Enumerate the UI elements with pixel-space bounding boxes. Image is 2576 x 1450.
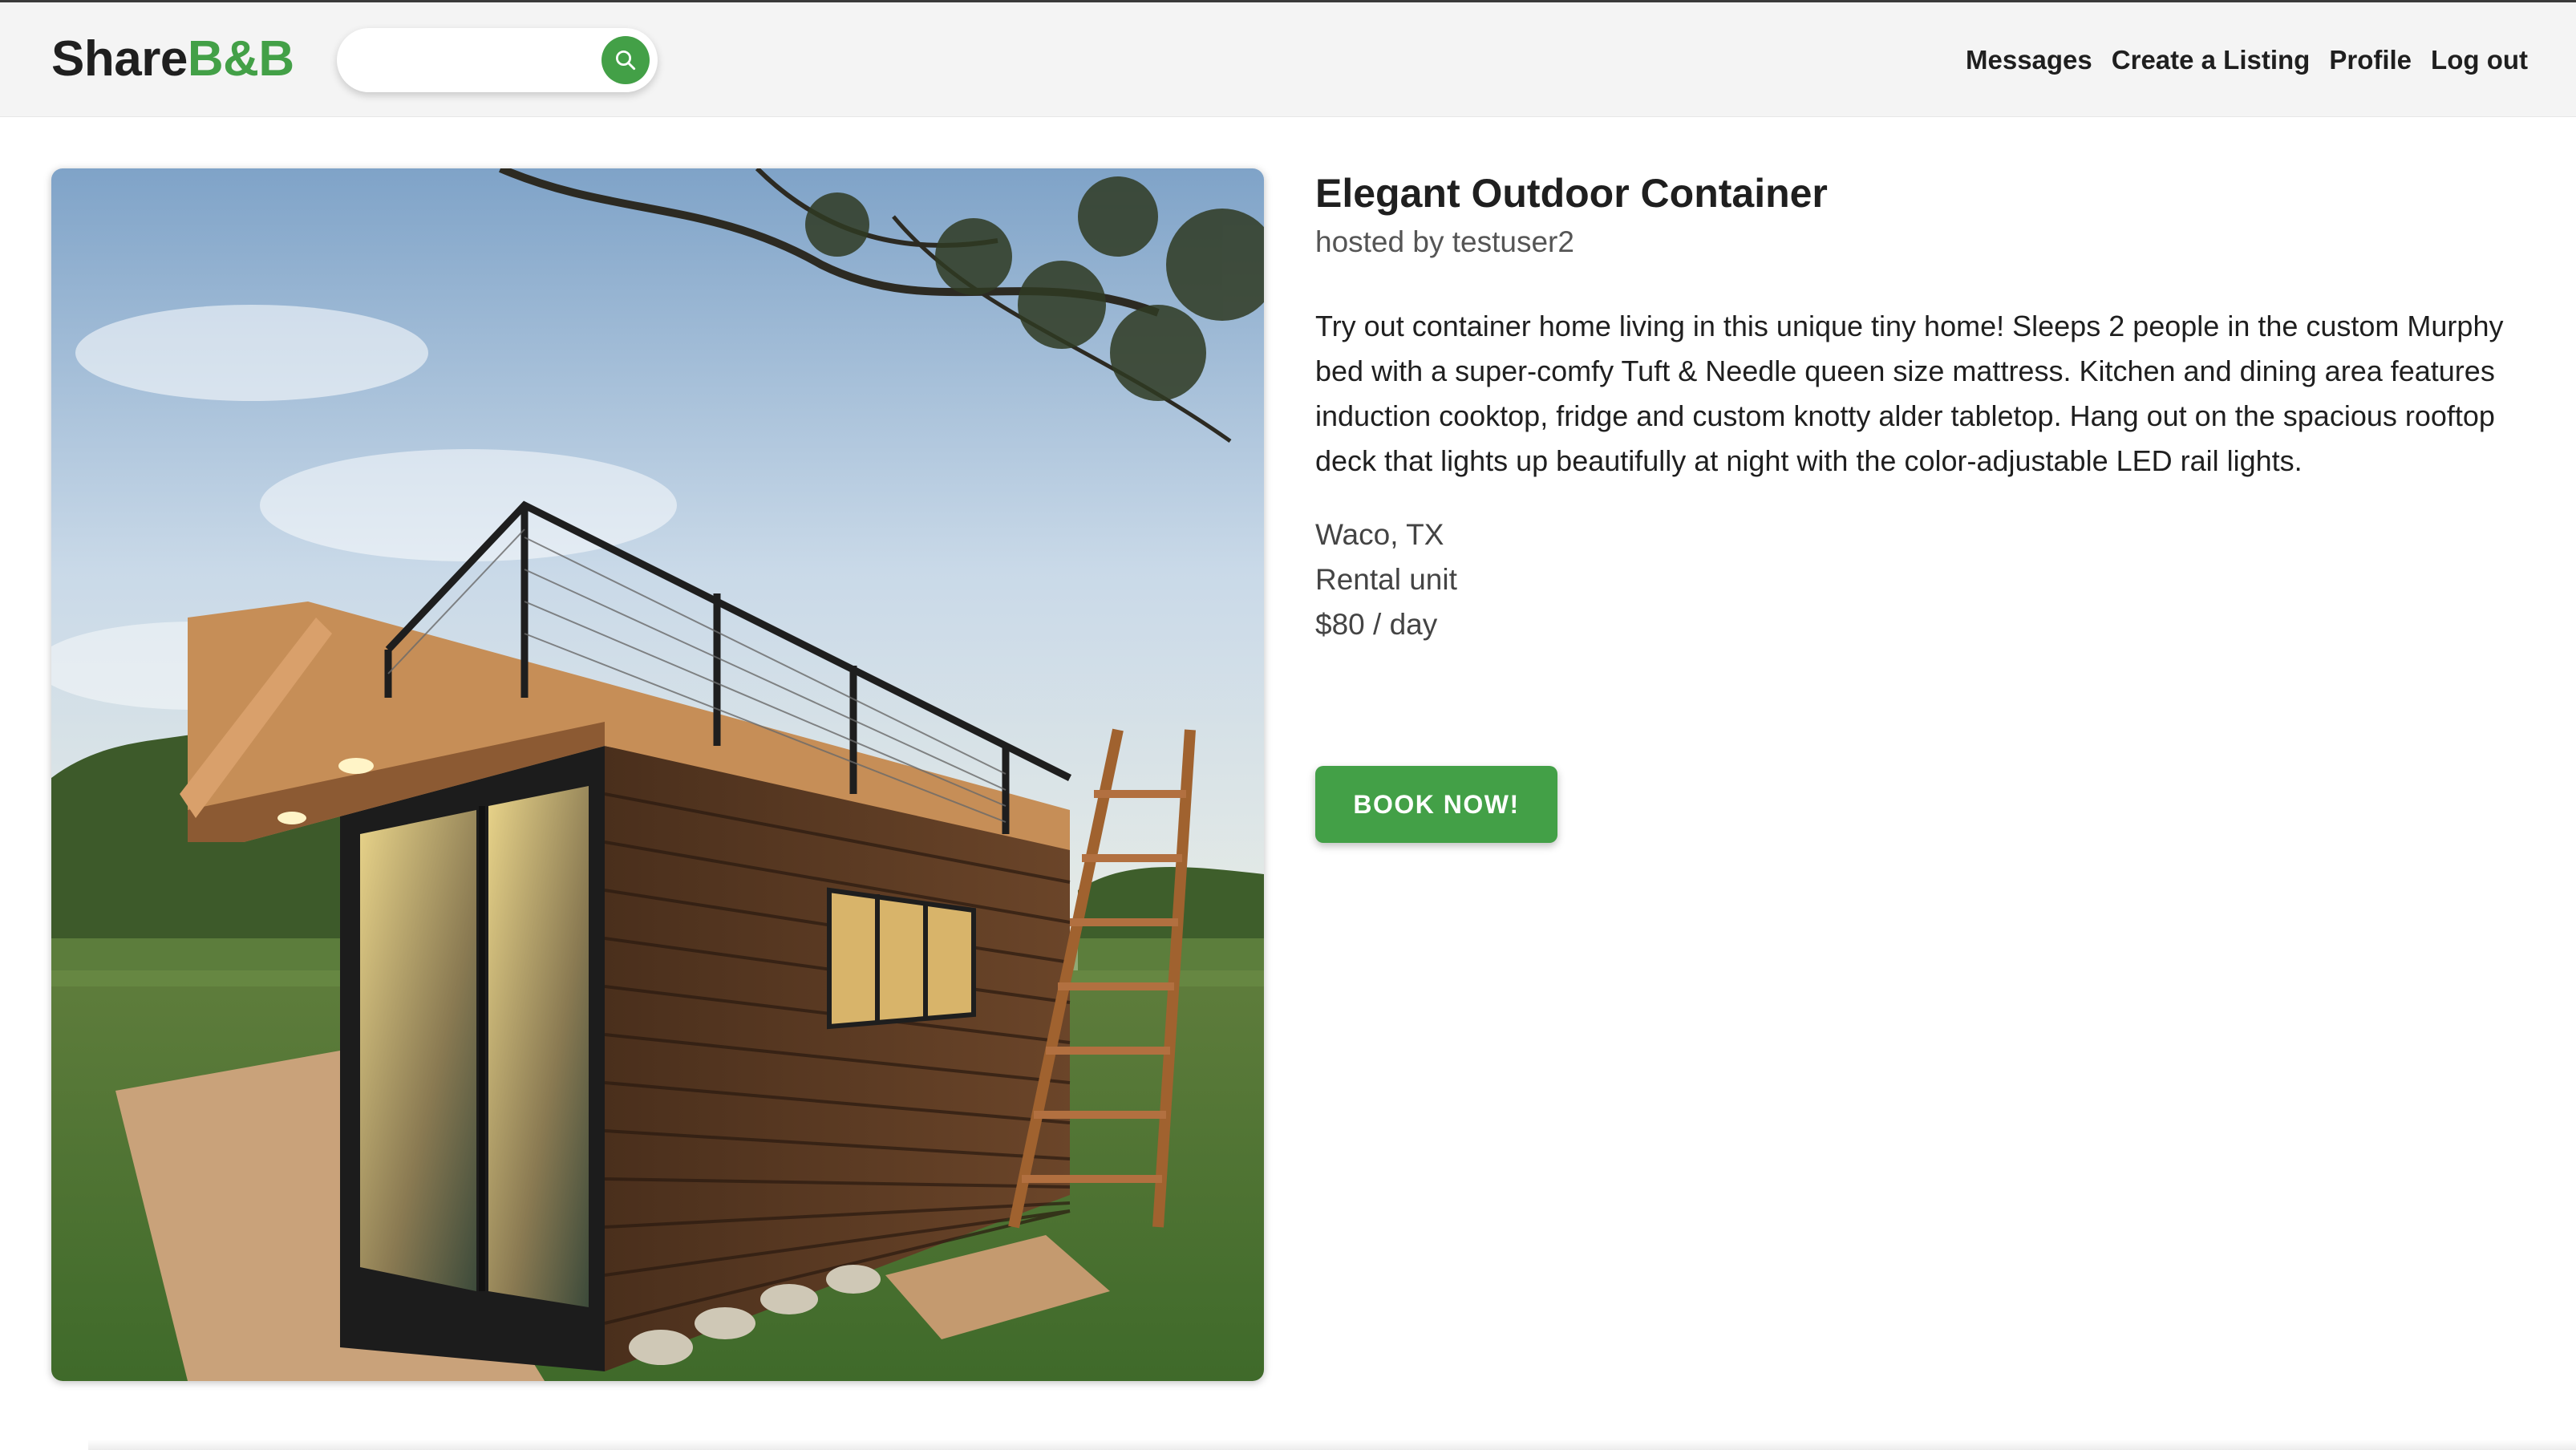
listing-meta: Waco, TX Rental unit $80 / day — [1315, 512, 2526, 647]
listing-host: hosted by testuser2 — [1315, 225, 1574, 258]
top-nav: Messages Create a Listing Profile Log ou… — [1966, 41, 2528, 79]
nav-logout-link[interactable]: Log out — [2431, 41, 2528, 79]
search-input[interactable] — [361, 36, 589, 86]
search-button[interactable] — [601, 36, 650, 84]
search-icon — [616, 51, 636, 71]
brand-logo[interactable]: ShareB&B — [51, 31, 294, 87]
nav-messages-link[interactable]: Messages — [1966, 41, 2092, 79]
search-bar — [337, 28, 658, 92]
listing-photo-illustration — [51, 168, 1264, 1381]
bottom-divider — [88, 1440, 2576, 1450]
listing-title: Elegant Outdoor Container — [1315, 171, 1828, 216]
nav-create-listing-link[interactable]: Create a Listing — [2112, 41, 2311, 79]
listing-details: Elegant Outdoor Container hosted by test… — [1315, 164, 2526, 843]
book-now-button[interactable]: BOOK NOW! — [1315, 766, 1557, 843]
listing-price: $80 / day — [1315, 608, 1438, 641]
brand-name-part1: Share — [51, 31, 188, 87]
listing-photo — [51, 168, 1264, 1381]
nav-profile-link[interactable]: Profile — [2329, 41, 2412, 79]
navbar: ShareB&B Messages Create a Listing Profi… — [0, 2, 2576, 117]
listing-description: Try out container home living in this un… — [1315, 310, 2504, 477]
brand-name-part2: B&B — [187, 31, 294, 87]
listing-location: Waco, TX — [1315, 518, 1444, 551]
listing-type: Rental unit — [1315, 563, 1457, 596]
